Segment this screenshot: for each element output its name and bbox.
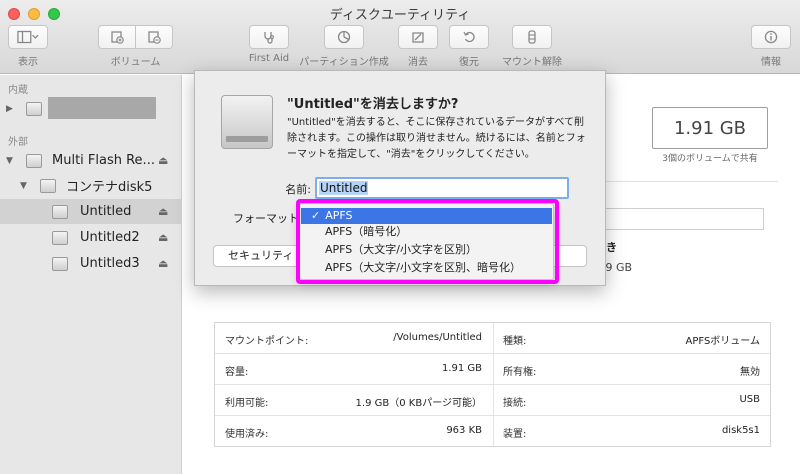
eject-icon[interactable]: ⏏ (158, 205, 168, 218)
disk-icon (26, 153, 42, 168)
partition-button[interactable] (324, 25, 364, 49)
add-volume-button[interactable] (98, 25, 136, 49)
disk-icon (26, 101, 42, 116)
sidebar-item-untitled2[interactable]: Untitled2 ⏏ (0, 225, 182, 250)
name-label: 名前: (285, 183, 311, 196)
first-aid-button[interactable] (249, 25, 289, 49)
remove-volume-button[interactable] (135, 25, 173, 49)
view-label: 表示 (18, 57, 38, 68)
checkmark-icon: ✓ (311, 209, 321, 222)
info-label: 情報 (761, 57, 781, 68)
sidebar-section-external: 外部 (8, 137, 28, 148)
info-value: USB (739, 394, 760, 405)
info-label: マウントポイント: (225, 336, 309, 347)
add-volume-icon (111, 31, 124, 44)
info-value: 無効 (740, 367, 760, 378)
table-row: マウントポイント: /Volumes/Untitled 種類: APFSボリュー… (215, 323, 770, 354)
title-bar: ディスクユーティリティ 表示 ボリューム First Aid パーティション作成… (0, 0, 800, 74)
format-option-apfs-case-sensitive-encrypted[interactable]: APFS（大文字/小文字を区別、暗号化） (300, 260, 553, 276)
restore-button[interactable] (449, 25, 489, 49)
usage-bar (583, 208, 764, 230)
info-label: 所有権: (503, 367, 537, 378)
format-option-apfs-case-sensitive[interactable]: APFS（大文字/小文字を区別） (300, 242, 553, 258)
remove-volume-icon (148, 31, 161, 44)
sheet-description: "Untitled"を消去すると、そこに保存されているデータがすべて削除されます… (287, 117, 586, 160)
info-label: 使用済み: (225, 429, 269, 440)
sidebar: 内蔵 ▶ 外部 ▼ Multi Flash Re... ⏏ ▼ コンテナdisk… (0, 75, 182, 474)
eject-icon[interactable]: ⏏ (158, 231, 168, 244)
pie-icon (337, 30, 351, 44)
format-label: フォーマット (233, 212, 299, 225)
redacted-disk-name (48, 97, 156, 119)
sidebar-item-label: Multi Flash Re... (52, 153, 155, 168)
sidebar-item-untitled3[interactable]: Untitled3 ⏏ (0, 251, 182, 276)
security-options-button[interactable]: セキュリティ (213, 245, 309, 267)
sidebar-section-internal: 内蔵 (8, 85, 28, 96)
volume-icon (52, 256, 68, 271)
restore-icon (463, 31, 475, 43)
container-icon (40, 178, 56, 193)
format-option-label: APFS (325, 209, 353, 222)
eject-icon[interactable]: ⏏ (158, 257, 168, 270)
info-value: 1.91 GB (441, 363, 482, 374)
view-button[interactable] (8, 25, 48, 49)
sidebar-item-container-disk5[interactable]: ▼ コンテナdisk5 (0, 173, 182, 198)
unmount-label: マウント解除 (502, 57, 562, 68)
stethoscope-icon (264, 32, 274, 44)
unmount-icon (528, 30, 536, 44)
info-value: /Volumes/Untitled (393, 332, 482, 343)
info-label: 利用可能: (225, 398, 269, 409)
info-value: 963 KB (446, 425, 482, 436)
partition-label: パーティション作成 (299, 57, 389, 68)
sidebar-item-label: コンテナdisk5 (66, 180, 153, 195)
volume-info-table: マウントポイント: /Volumes/Untitled 種類: APFSボリュー… (214, 322, 771, 447)
sidebar-item-label: Untitled3 (80, 256, 140, 271)
info-button[interactable] (751, 25, 791, 49)
divider (595, 181, 778, 182)
disclosure-down-icon[interactable]: ▼ (20, 181, 27, 191)
unmount-button[interactable] (512, 25, 552, 49)
volume-icon (52, 230, 68, 245)
name-field-value: Untitled (319, 181, 369, 195)
name-field[interactable]: Untitled (315, 177, 569, 199)
erase-label: 消去 (408, 57, 428, 68)
info-label: 容量: (225, 367, 249, 378)
sidebar-item-label: Untitled (80, 204, 132, 219)
disclosure-down-icon[interactable]: ▼ (6, 156, 13, 166)
info-label: 接続: (503, 398, 527, 409)
volume-icon (52, 204, 68, 219)
info-label: 装置: (503, 429, 527, 440)
info-value: 1.9 GB（0 KBパージ可能） (355, 398, 482, 409)
info-icon (764, 30, 778, 44)
sidebar-view-icon (17, 30, 39, 44)
format-option-apfs[interactable]: ✓ APFS (301, 208, 552, 224)
table-row: 容量: 1.91 GB 所有権: 無効 (215, 354, 770, 385)
format-option-apfs-encrypted[interactable]: APFS（暗号化） (300, 224, 553, 240)
volume-size-box: 1.91 GB (652, 107, 768, 149)
disclosure-right-icon[interactable]: ▶ (6, 104, 13, 114)
first-aid-label: First Aid (248, 53, 290, 64)
table-row: 使用済み: 963 KB 装置: disk5s1 (215, 416, 770, 447)
sidebar-item-multi-flash-reader[interactable]: ▼ Multi Flash Re... ⏏ (0, 148, 182, 173)
info-label: 種類: (503, 336, 527, 347)
info-value: APFSボリューム (685, 336, 761, 347)
erase-button[interactable] (398, 25, 438, 49)
hard-drive-icon (221, 95, 273, 149)
sidebar-item-label: Untitled2 (80, 230, 140, 245)
table-row: 利用可能: 1.9 GB（0 KBパージ可能） 接続: USB (215, 385, 770, 416)
volume-size-subtitle: 3個のボリュームで共有 (662, 154, 758, 164)
format-dropdown-menu: ✓ APFS APFS（暗号化） APFS（大文字/小文字を区別） APFS（大文… (299, 203, 554, 280)
restore-label: 復元 (459, 57, 479, 68)
volume-label: ボリューム (110, 57, 161, 68)
eject-icon[interactable]: ⏏ (158, 154, 168, 167)
info-value: disk5s1 (721, 425, 760, 436)
window-title: ディスクユーティリティ (329, 8, 471, 23)
erase-icon (412, 32, 424, 43)
sidebar-item-untitled[interactable]: Untitled ⏏ (0, 199, 182, 224)
sheet-title: "Untitled"を消去しますか? (287, 97, 459, 112)
